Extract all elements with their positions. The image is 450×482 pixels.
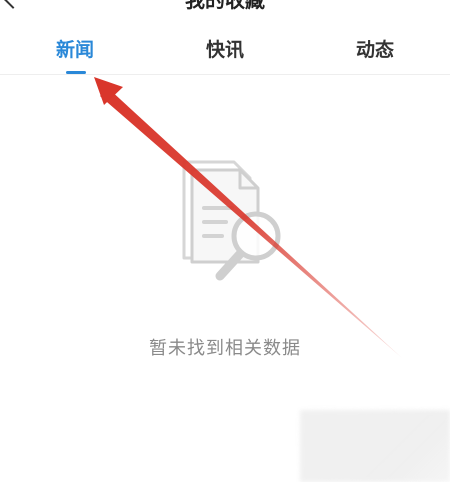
tab-bar: 新闻 快讯 动态 <box>0 28 450 75</box>
document-search-icon <box>182 160 281 281</box>
watermark-blur <box>300 410 450 482</box>
active-tab-indicator <box>66 71 86 74</box>
tab-news[interactable]: 新闻 <box>0 28 150 74</box>
nav-bar: 我的收藏 <box>0 0 450 14</box>
tab-flash[interactable]: 快讯 <box>150 28 300 74</box>
page-title: 我的收藏 <box>185 0 265 12</box>
tab-feed[interactable]: 动态 <box>300 28 450 74</box>
empty-state-message: 暂未找到相关数据 <box>149 338 301 359</box>
